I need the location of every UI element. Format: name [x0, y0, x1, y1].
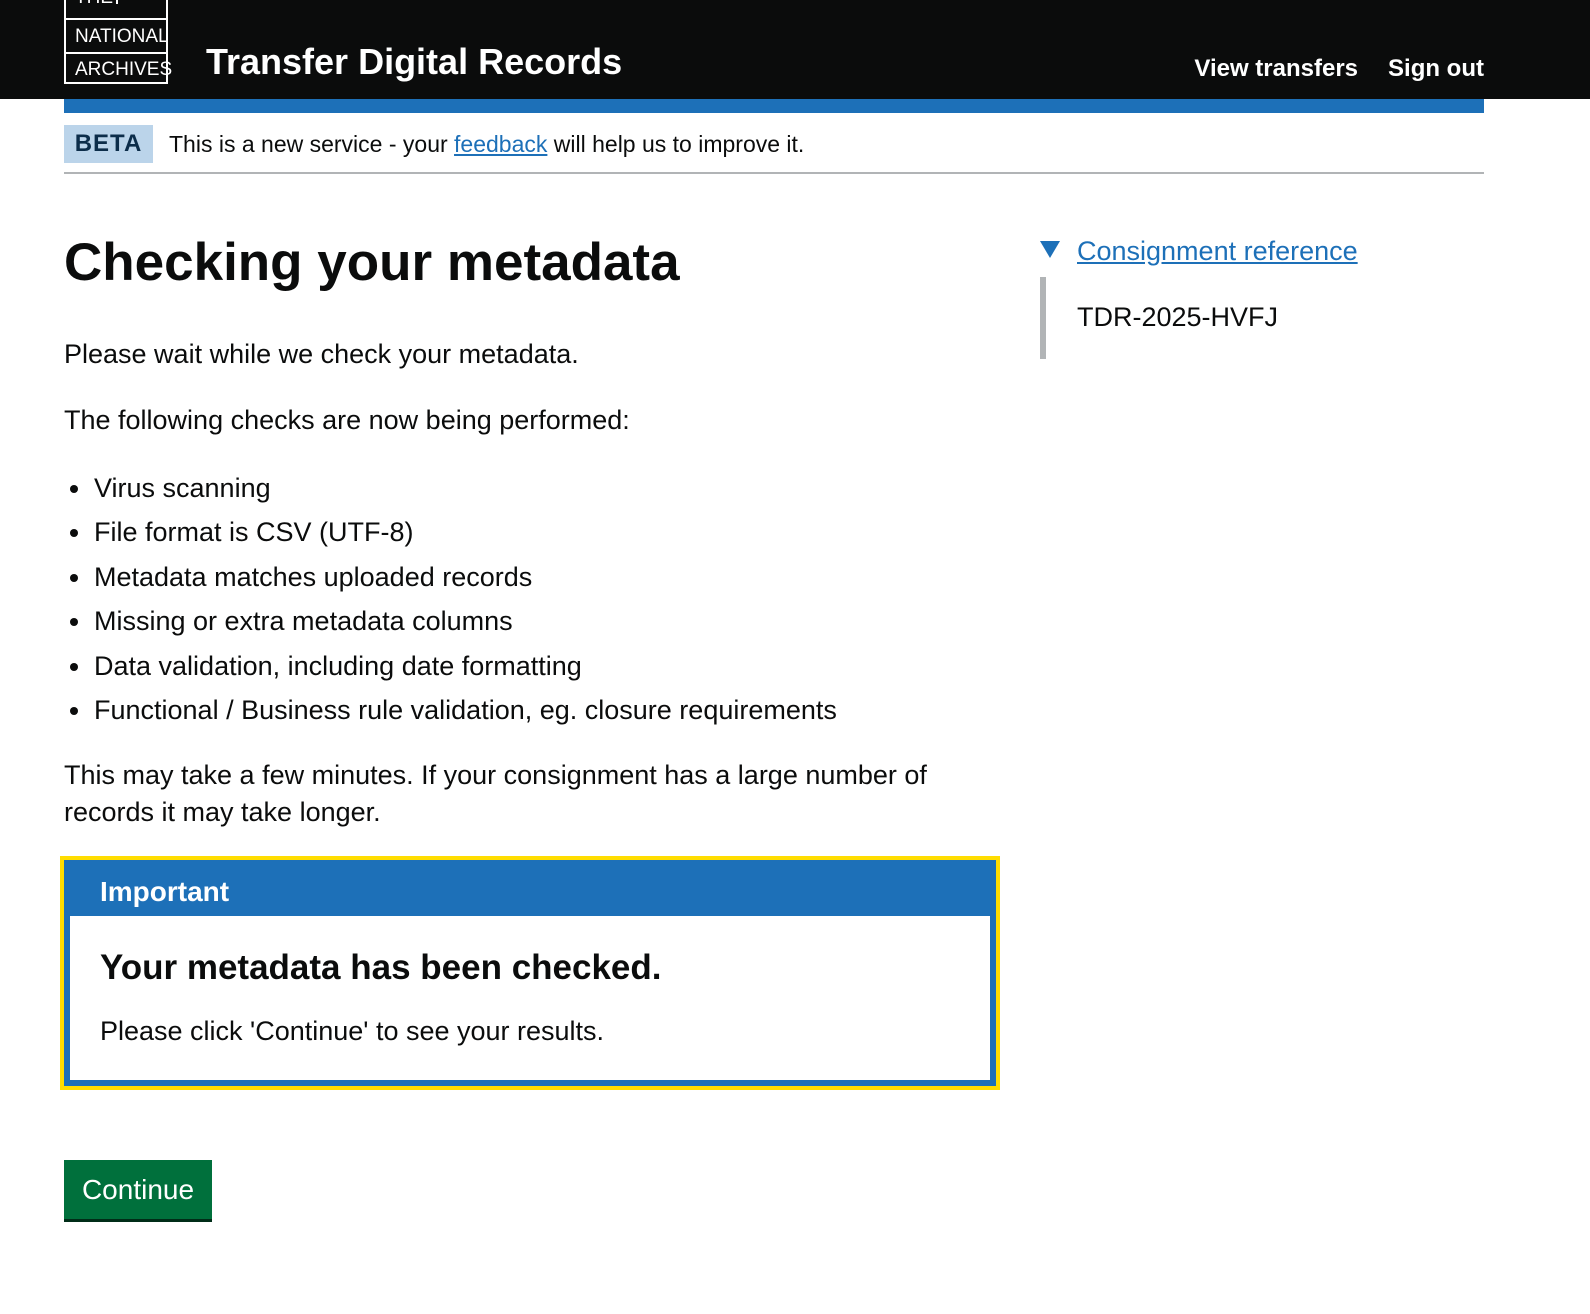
check-label: File format is CSV (UTF-8): [94, 517, 414, 548]
logo-line-archives: ARCHIVES: [66, 52, 172, 84]
bullet-icon: [70, 618, 78, 627]
phase-banner: BETA This is a new service - your feedba…: [64, 113, 1484, 174]
consignment-reference-value: TDR-2025-HVFJ: [1077, 302, 1279, 332]
service-name-link[interactable]: Transfer Digital Records: [206, 40, 622, 84]
consignment-reference-toggle[interactable]: Consignment reference: [1077, 236, 1358, 266]
list-item: Data validation, including date formatti…: [64, 644, 837, 688]
list-item: Virus scanning: [64, 466, 837, 510]
beta-tag: BETA: [64, 125, 153, 163]
list-item: Missing or extra metadata columns: [64, 599, 837, 643]
feedback-link[interactable]: feedback: [454, 131, 547, 157]
notification-header: Important: [100, 876, 230, 907]
check-label: Functional / Business rule validation, e…: [94, 695, 837, 726]
intro-text: Please wait while we check your metadata…: [64, 339, 579, 369]
notification-content: Your metadata has been checked. Please c…: [70, 916, 990, 1080]
notification-frame: Important Your metadata has been checked…: [64, 860, 996, 1086]
notification-banner: Important Your metadata has been checked…: [60, 856, 1000, 1090]
check-label: Metadata matches uploaded records: [94, 561, 533, 592]
checks-intro-text: The following checks are now being perfo…: [64, 405, 630, 435]
phase-banner-text: This is a new service - your feedback wi…: [169, 127, 804, 161]
header-navigation: View transfers Sign out: [1194, 54, 1484, 84]
phase-text-after: will help us to improve it.: [553, 131, 805, 157]
triangle-down-icon: [1040, 241, 1060, 258]
duration-note: This may take a few minutes. If your con…: [64, 760, 927, 827]
details-summary[interactable]: Consignment reference: [1040, 232, 1484, 272]
list-item: File format is CSV (UTF-8): [64, 510, 837, 554]
site-header: THE NATIONAL ARCHIVES Transfer Digital R…: [0, 0, 1590, 99]
notification-text: Please click 'Continue' to see your resu…: [100, 1016, 605, 1046]
logo-line-national: NATIONAL: [66, 18, 169, 52]
bullet-icon: [70, 573, 78, 582]
bullet-icon: [70, 707, 78, 716]
national-archives-logo[interactable]: THE NATIONAL ARCHIVES: [64, 0, 172, 84]
sign-out-link[interactable]: Sign out: [1388, 54, 1484, 84]
header-accent-bar: [64, 99, 1484, 113]
bullet-icon: [70, 485, 78, 493]
bullet-icon: [70, 529, 78, 538]
check-label: Virus scanning: [94, 473, 271, 503]
check-label: Data validation, including date formatti…: [94, 650, 582, 681]
notification-heading: Your metadata has been checked.: [100, 948, 662, 987]
consignment-reference-details: Consignment reference TDR-2025-HVFJ: [1040, 232, 1484, 359]
page-title: Checking your metadata: [64, 233, 680, 292]
list-item: Functional / Business rule validation, e…: [64, 688, 837, 732]
view-transfers-link[interactable]: View transfers: [1194, 54, 1358, 84]
continue-button[interactable]: Continue: [64, 1160, 212, 1219]
check-label: Missing or extra metadata columns: [94, 606, 513, 637]
list-item: Metadata matches uploaded records: [64, 555, 837, 599]
bullet-icon: [70, 662, 78, 671]
checks-list: Virus scanning File format is CSV (UTF-8…: [64, 466, 837, 732]
phase-text-before: This is a new service - your: [169, 131, 448, 157]
details-body: TDR-2025-HVFJ: [1040, 277, 1340, 359]
logo-divider: [116, 0, 118, 4]
